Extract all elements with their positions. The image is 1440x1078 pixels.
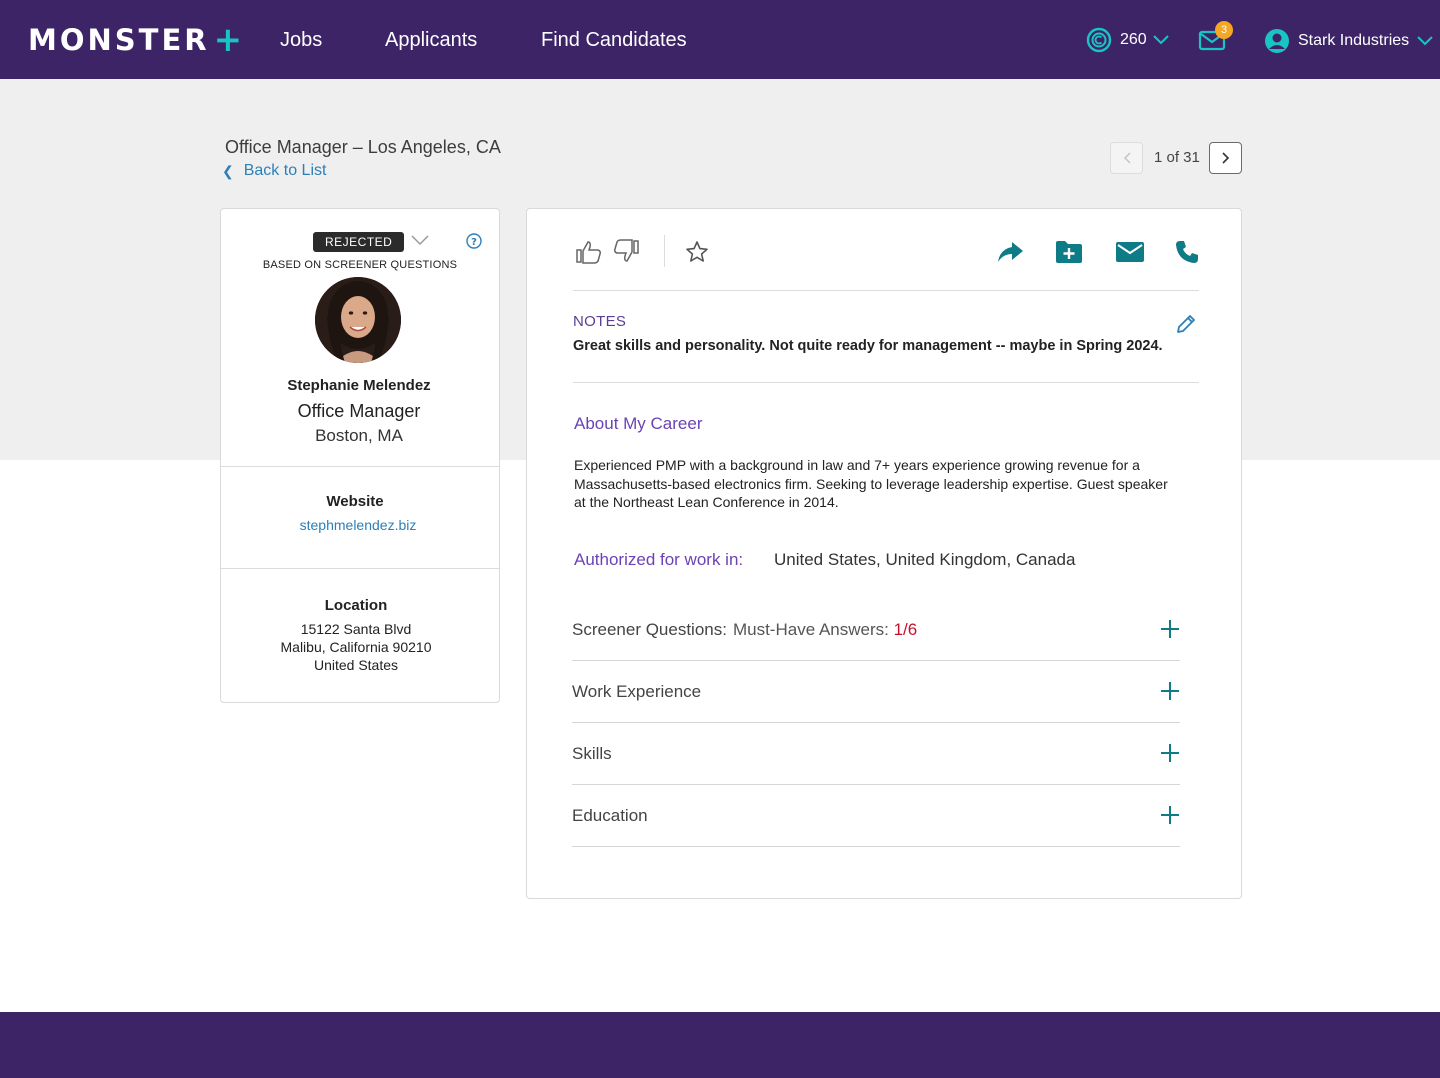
candidate-summary-card: REJECTED ? BASED ON SCREENER QUESTIONS S… [220,208,500,703]
must-have-label: Must-Have Answers: [732,620,889,639]
accordion-title: Screener Questions: Must-Have Answers: 1/… [572,620,917,640]
notes-text: Great skills and personality. Not quite … [573,338,1163,354]
address-line-3: United States [313,657,399,673]
account-icon [1265,29,1289,53]
accordion-work-experience[interactable]: Work Experience [572,661,1180,723]
status-reason: BASED ON SCREENER QUESTIONS [262,259,458,271]
thumbs-up-icon[interactable] [575,238,603,266]
chevron-down-icon [1417,36,1433,46]
candidate-location: Boston, MA [315,426,403,445]
chevron-right-icon [1221,152,1229,164]
accordion-title: Work Experience [572,682,702,701]
edit-pencil-icon[interactable] [1175,313,1197,335]
must-have-value: 1/6 [893,620,918,639]
divider [573,382,1199,383]
accordion-title: Skills [572,744,612,763]
accordion-screener-questions[interactable]: Screener Questions: Must-Have Answers: 1/… [572,599,1180,661]
divider [221,568,499,569]
pager-prev-button[interactable] [1110,142,1143,174]
job-title: Office Manager – Los Angeles, CA [225,137,501,157]
toolbar-divider [664,235,665,267]
accordion-education[interactable]: Education [572,785,1180,847]
top-nav-bar: MONSTER + Jobs Applicants Find Candidates… [0,0,1440,79]
thumbs-down-icon[interactable] [612,237,640,265]
plus-icon [1161,744,1179,762]
account-name: Stark Industries [1298,32,1410,49]
screener-label: Screener Questions: [572,620,727,639]
location-label: Location [324,597,388,614]
authorized-value: United States, United Kingdom, Canada [774,550,1076,569]
candidate-title: Office Manager [297,401,421,421]
avatar [315,277,401,363]
plus-icon [1161,620,1179,638]
notes-label: NOTES [573,313,627,330]
authorized-label: Authorized for work in: [574,550,744,569]
status-dropdown-chevron-icon[interactable] [411,234,429,246]
account-menu[interactable]: Stark Industries [1264,28,1433,54]
accordion-title: Education [572,806,648,825]
credits-icon [1086,27,1112,53]
chevron-left-icon: ❮ [222,162,234,179]
website-link[interactable]: stephmelendez.biz [221,517,495,533]
back-to-list-link[interactable]: ❮ Back to List [222,162,326,180]
divider [573,290,1199,291]
email-icon[interactable] [1115,240,1145,264]
nav-find-candidates[interactable]: Find Candidates [541,29,687,52]
monster-logo[interactable]: MONSTER + [28,20,242,60]
plus-icon [1161,806,1179,824]
help-icon[interactable]: ? [466,233,482,249]
about-text: Experienced PMP with a background in law… [574,457,1168,510]
nav-applicants[interactable]: Applicants [385,29,477,52]
accordion-skills[interactable]: Skills [572,723,1180,785]
add-to-folder-icon[interactable] [1054,239,1084,265]
phone-icon[interactable] [1174,239,1200,265]
credits-dropdown[interactable]: 260 [1086,27,1169,53]
share-icon[interactable] [996,239,1024,265]
address-line-1: 15122 Santa Blvd [300,621,412,637]
website-label: Website [326,493,384,510]
chevron-down-icon [1152,35,1169,45]
back-label: Back to List [243,162,327,179]
about-heading: About My Career [574,414,703,433]
divider [221,466,499,467]
logo-text: MONSTER [28,23,210,57]
pager-status: 1 of 31 [1154,149,1200,166]
star-icon[interactable] [685,240,709,264]
svg-text:?: ? [471,237,477,248]
candidate-detail-card: NOTES Great skills and personality. Not … [526,208,1242,899]
mail-count-badge: 3 [1215,21,1233,39]
pager-next-button[interactable] [1209,142,1242,174]
candidate-name: Stephanie Melendez [287,377,431,394]
footer-bar [0,1012,1440,1078]
chevron-left-icon [1123,152,1131,164]
address-line-2: Malibu, California 90210 [280,639,432,655]
nav-jobs[interactable]: Jobs [280,29,322,52]
status-badge: REJECTED [313,232,405,252]
logo-plus: + [213,20,243,60]
credits-count: 260 [1120,31,1147,48]
plus-icon [1161,682,1179,700]
